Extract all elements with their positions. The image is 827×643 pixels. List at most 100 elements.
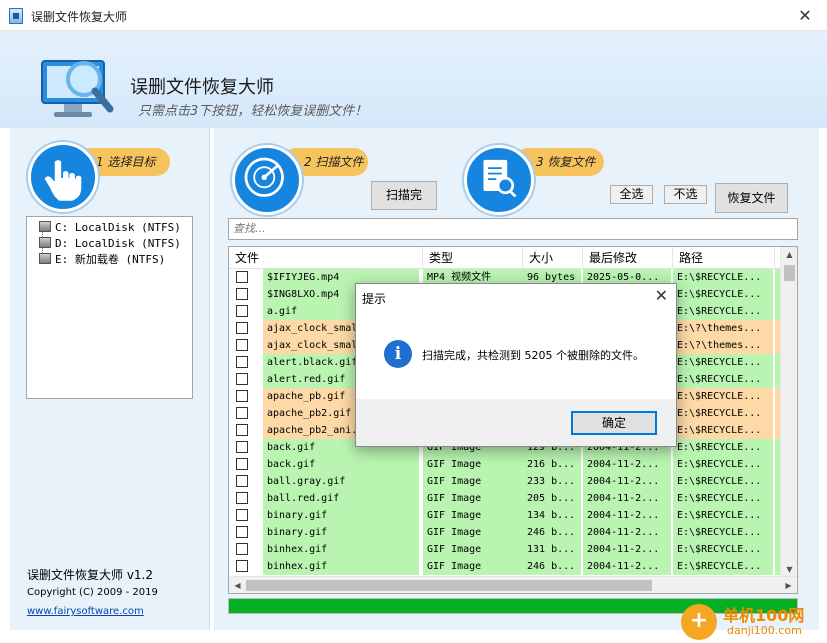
- vertical-scrollbar[interactable]: ▲ ▼: [780, 247, 797, 578]
- column-header-modified[interactable]: 最后修改: [583, 247, 673, 269]
- cell-date: 2004-11-2...: [583, 524, 671, 541]
- table-row[interactable]: binary.gif GIF Image 134 b... 2004-11-2... E…: [229, 507, 781, 524]
- select-all-button[interactable]: 全选: [610, 185, 653, 204]
- cell-type: GIF Image: [423, 473, 523, 490]
- cell-name: ball.red.gif: [263, 490, 419, 507]
- cell-path: E:\$RECYCLE...: [673, 303, 773, 320]
- table-row[interactable]: binhex.gif GIF Image 246 b... 2004-11-2... E…: [229, 558, 781, 575]
- monitor-magnifier-icon: [41, 60, 114, 117]
- cell-size: 205 b...: [523, 490, 581, 507]
- row-checkbox[interactable]: [236, 373, 248, 385]
- drive-item-c[interactable]: C: LocalDisk (NTFS): [39, 220, 181, 236]
- row-checkbox[interactable]: [236, 424, 248, 436]
- website-link[interactable]: www.fairysoftware.com: [27, 606, 144, 617]
- step-2-radar-icon: [232, 145, 302, 215]
- select-none-button[interactable]: 不选: [664, 185, 707, 204]
- version-label: 误删文件恢复大师 v1.2: [27, 568, 154, 582]
- row-checkbox[interactable]: [236, 305, 248, 317]
- cell-size: 246 b...: [523, 558, 581, 575]
- row-checkbox[interactable]: [236, 390, 248, 402]
- cell-name: binary.gif: [263, 524, 419, 541]
- table-row[interactable]: back.gif GIF Image 216 b... 2004-11-2... E:\…: [229, 456, 781, 473]
- drive-item-e[interactable]: E: 新加载卷 (NTFS): [39, 252, 165, 268]
- scroll-right-icon[interactable]: ▶: [780, 577, 797, 593]
- row-checkbox[interactable]: [236, 339, 248, 351]
- cell-path: E:\?\themes...: [673, 320, 773, 337]
- scroll-up-icon[interactable]: ▲: [781, 247, 797, 263]
- cell-path: E:\$RECYCLE...: [673, 269, 773, 286]
- window-close-button[interactable]: ✕: [783, 0, 827, 31]
- table-row[interactable]: ball.gray.gif GIF Image 233 b... 2004-11-2.…: [229, 473, 781, 490]
- table-row[interactable]: ball.red.gif GIF Image 205 b... 2004-11-2..…: [229, 490, 781, 507]
- row-checkbox[interactable]: [236, 475, 248, 487]
- cell-path: E:\$RECYCLE...: [673, 371, 773, 388]
- cell-date: 2004-11-2...: [583, 507, 671, 524]
- app-banner: 误删文件恢复大师 只需点击3下按钮，轻松恢复误删文件！: [0, 31, 827, 128]
- cell-name: back.gif: [263, 456, 419, 473]
- window-title: 误删文件恢复大师: [31, 10, 128, 24]
- column-header-type[interactable]: 类型: [423, 247, 523, 269]
- row-checkbox[interactable]: [236, 322, 248, 334]
- drive-label: C: LocalDisk (NTFS): [55, 221, 181, 234]
- row-checkbox[interactable]: [236, 441, 248, 453]
- watermark-url: danji100.com: [727, 624, 802, 637]
- cell-name: ball.gray.gif: [263, 473, 419, 490]
- row-checkbox[interactable]: [236, 356, 248, 368]
- cell-path: E:\$RECYCLE...: [673, 422, 773, 439]
- cell-name: binhex.gif: [263, 558, 419, 575]
- drive-icon: [39, 253, 51, 264]
- column-header-path[interactable]: 路径: [673, 247, 775, 269]
- cell-date: 2004-11-2...: [583, 558, 671, 575]
- ok-button[interactable]: 确定: [571, 411, 657, 435]
- row-checkbox[interactable]: [236, 288, 248, 300]
- row-checkbox[interactable]: [236, 271, 248, 283]
- cell-path: E:\$RECYCLE...: [673, 439, 773, 456]
- scroll-thumb[interactable]: [784, 265, 795, 281]
- row-checkbox[interactable]: [236, 560, 248, 572]
- drive-tree[interactable]: C: LocalDisk (NTFS) D: LocalDisk (NTFS) …: [26, 216, 193, 399]
- cell-name: binary.gif: [263, 507, 419, 524]
- column-header-file[interactable]: 文件: [229, 247, 423, 269]
- cell-size: 233 b...: [523, 473, 581, 490]
- table-row[interactable]: binhex.gif GIF Image 131 b... 2004-11-2... E…: [229, 541, 781, 558]
- cell-type: GIF Image: [423, 507, 523, 524]
- cell-type: GIF Image: [423, 524, 523, 541]
- watermark-plus-icon: +: [681, 604, 717, 640]
- row-checkbox[interactable]: [236, 407, 248, 419]
- row-checkbox[interactable]: [236, 543, 248, 555]
- cell-size: 131 b...: [523, 541, 581, 558]
- row-checkbox[interactable]: [236, 458, 248, 470]
- row-checkbox[interactable]: [236, 526, 248, 538]
- title-bar: 误删文件恢复大师 ✕: [0, 0, 827, 31]
- table-row[interactable]: binary.gif GIF Image 246 b... 2004-11-2... E…: [229, 524, 781, 541]
- banner-slogan: 只需点击3下按钮，轻松恢复误删文件！: [138, 104, 368, 119]
- scroll-left-icon[interactable]: ◀: [229, 577, 246, 593]
- column-header-size[interactable]: 大小: [523, 247, 583, 269]
- cell-date: 2004-11-2...: [583, 490, 671, 507]
- row-checkbox[interactable]: [236, 509, 248, 521]
- cell-date: 2004-11-2...: [583, 456, 671, 473]
- cell-path: E:\$RECYCLE...: [673, 354, 773, 371]
- watermark: + 单机100网 danji100.com: [681, 600, 827, 643]
- cell-path: E:\$RECYCLE...: [673, 473, 773, 490]
- recover-files-button[interactable]: 恢复文件: [715, 183, 788, 213]
- scroll-thumb[interactable]: [246, 580, 652, 591]
- drive-item-d[interactable]: D: LocalDisk (NTFS): [39, 236, 181, 252]
- horizontal-scrollbar[interactable]: ◀ ▶: [229, 576, 797, 593]
- drive-icon: [39, 237, 51, 248]
- dialog-title: 提示: [362, 292, 387, 306]
- cell-type: GIF Image: [423, 490, 523, 507]
- cell-path: E:\$RECYCLE...: [673, 507, 773, 524]
- scan-done-button[interactable]: 扫描完: [371, 181, 437, 210]
- dialog-close-button[interactable]: ✕: [655, 286, 668, 305]
- cell-path: E:\$RECYCLE...: [673, 558, 773, 575]
- search-input[interactable]: 查找...: [228, 218, 798, 240]
- step-3-document-icon: [464, 145, 534, 215]
- dialog-message: 扫描完成，共检测到 5205 个被删除的文件。: [422, 349, 644, 362]
- table-header: 文件 类型 大小 最后修改 路径: [229, 247, 781, 269]
- cell-name: binhex.gif: [263, 541, 419, 558]
- cell-path: E:\$RECYCLE...: [673, 405, 773, 422]
- cell-path: E:\$RECYCLE...: [673, 388, 773, 405]
- cell-path: E:\$RECYCLE...: [673, 286, 773, 303]
- row-checkbox[interactable]: [236, 492, 248, 504]
